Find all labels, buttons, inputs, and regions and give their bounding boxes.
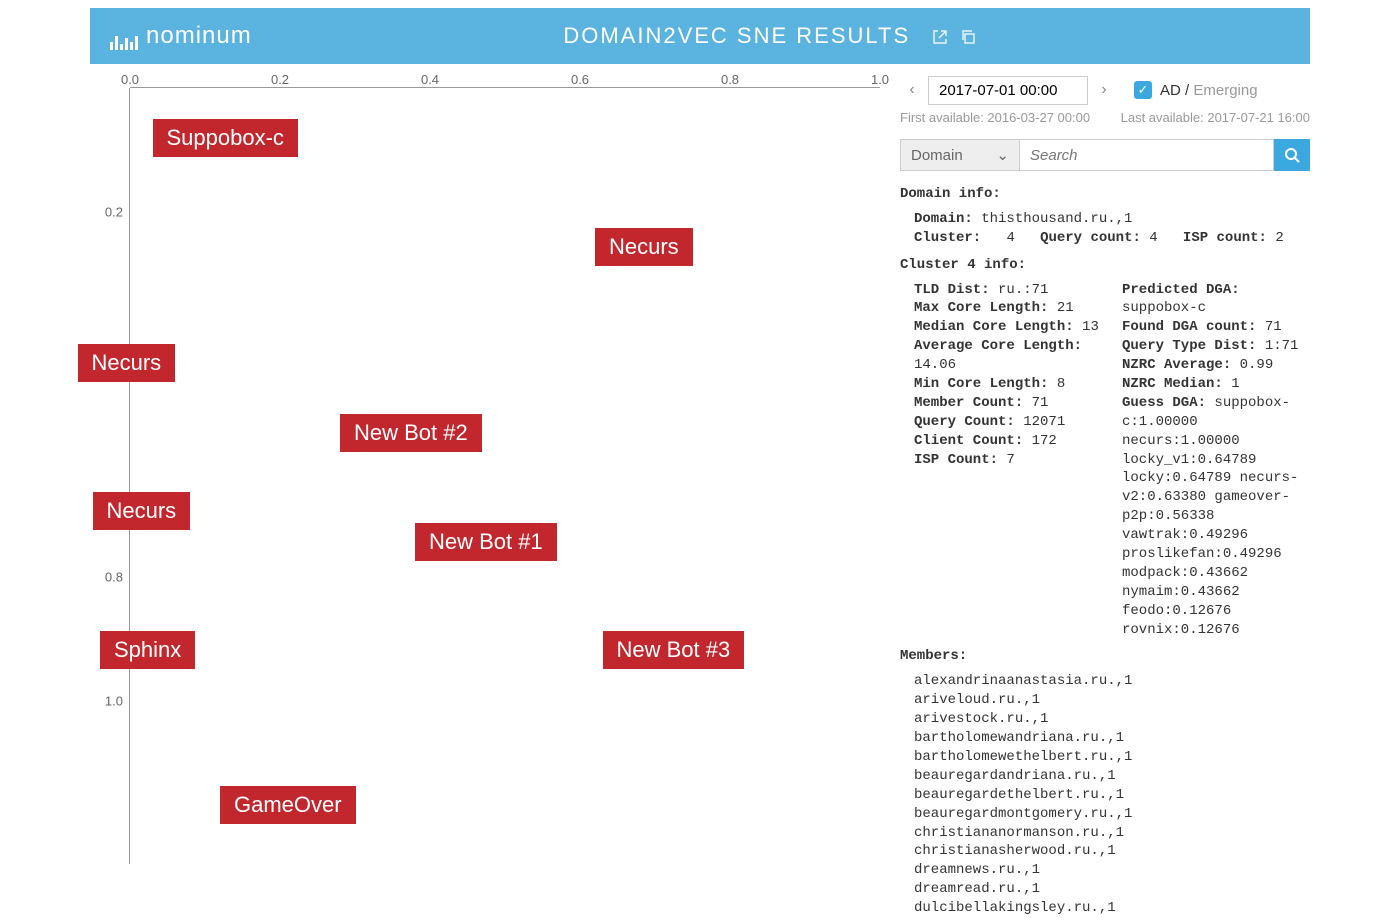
cluster-label: New Bot #2 — [340, 414, 482, 452]
member-item: beauregardethelbert.ru.,1 — [914, 786, 1310, 805]
info-row: TLD Dist: ru.:71 — [914, 281, 1102, 300]
member-item: dulcibellakingsley.ru.,1 — [914, 899, 1310, 918]
info-row: Client Count: 172 — [914, 432, 1102, 451]
y-tick: 0.2 — [105, 205, 123, 220]
info-row: Min Core Length: 8 — [914, 375, 1102, 394]
info-row: NZRC Median: 1 — [1122, 375, 1310, 394]
y-tick: 0.8 — [105, 569, 123, 584]
ad-emerging-label: AD / Emerging — [1160, 82, 1258, 99]
cluster-label: Necurs — [93, 492, 191, 530]
info-row: Guess DGA: suppobox-c:1.00000 necurs:1.0… — [1122, 394, 1310, 640]
info-row: Found DGA count: 71 — [1122, 318, 1310, 337]
copy-icon[interactable] — [960, 29, 976, 45]
search-button[interactable] — [1274, 139, 1310, 171]
info-row: ISP Count: 7 — [914, 451, 1102, 470]
ad-checkbox[interactable]: ✓ — [1134, 81, 1152, 99]
info-row: Query Count: 12071 — [914, 413, 1102, 432]
cluster-label: New Bot #1 — [415, 523, 557, 561]
side-panel: ‹ › ✓ AD / Emerging First available: 201… — [880, 74, 1310, 918]
cluster-label: Necurs — [595, 228, 693, 266]
date-nav: ‹ › ✓ AD / Emerging — [900, 74, 1310, 106]
first-available: First available: 2016-03-27 00:00 — [900, 110, 1090, 125]
member-item: ariveloud.ru.,1 — [914, 691, 1310, 710]
x-tick: 0.4 — [421, 72, 439, 87]
cluster-label: New Bot #3 — [603, 631, 745, 669]
info-row: Predicted DGA: suppobox-c — [1122, 281, 1310, 319]
x-tick: 0.0 — [121, 72, 139, 87]
info-row: Max Core Length: 21 — [914, 299, 1102, 318]
domain-info: Domain info: Domain: thisthousand.ru.,1 … — [900, 185, 1310, 248]
cluster-label: Suppobox-c — [153, 119, 298, 157]
open-external-icon[interactable] — [932, 29, 948, 45]
page-title: DOMAIN2VEC SNE RESULTS — [252, 23, 1290, 49]
search-row: Domain⌄ — [900, 139, 1310, 171]
sne-scatter-chart[interactable]: 0.0 0.2 0.4 0.6 0.8 1.0 0.2 0.8 1.0 Suppobox-c N… — [90, 74, 880, 864]
member-item: dreamread.ru.,1 — [914, 880, 1310, 899]
member-item: alexandrinaanastasia.ru.,1 — [914, 672, 1310, 691]
next-button[interactable]: › — [1092, 74, 1116, 106]
last-available: Last available: 2017-07-21 16:00 — [1121, 110, 1310, 125]
x-tick: 0.6 — [571, 72, 589, 87]
nominum-logo: nominum — [110, 22, 252, 50]
search-icon — [1284, 147, 1300, 163]
domain-select[interactable]: Domain⌄ — [900, 139, 1020, 171]
member-item: beauregardandriana.ru.,1 — [914, 767, 1310, 786]
chevron-down-icon: ⌄ — [996, 146, 1009, 164]
x-axis: 0.00.20.40.60.81.0 — [130, 74, 880, 88]
member-item: christiananormanson.ru.,1 — [914, 824, 1310, 843]
info-row: Member Count: 71 — [914, 394, 1102, 413]
logo-bars-icon — [110, 22, 140, 50]
member-item: bartholomewandriana.ru.,1 — [914, 729, 1310, 748]
cluster-label: Necurs — [78, 344, 176, 382]
x-tick: 1.0 — [871, 72, 889, 87]
plot-area[interactable] — [130, 88, 880, 864]
prev-button[interactable]: ‹ — [900, 74, 924, 106]
availability-row: First available: 2016-03-27 00:00 Last a… — [900, 110, 1310, 125]
member-item: arivestock.ru.,1 — [914, 710, 1310, 729]
x-tick: 0.8 — [721, 72, 739, 87]
member-item: dreamnews.ru.,1 — [914, 861, 1310, 880]
info-row: Median Core Length: 13 — [914, 318, 1102, 337]
cluster-info: Cluster 4 info: TLD Dist: ru.:71Max Core… — [900, 256, 1310, 640]
search-input[interactable] — [1020, 139, 1274, 171]
logo-text: nominum — [146, 22, 252, 49]
info-row: NZRC Average: 0.99 — [1122, 356, 1310, 375]
member-item: beauregardmontgomery.ru.,1 — [914, 805, 1310, 824]
info-row: Query Type Dist: 1:71 — [1122, 337, 1310, 356]
x-tick: 0.2 — [271, 72, 289, 87]
date-input[interactable] — [928, 76, 1088, 105]
app-header: nominum DOMAIN2VEC SNE RESULTS — [90, 8, 1310, 64]
cluster-label: GameOver — [220, 786, 356, 824]
y-tick: 1.0 — [105, 694, 123, 709]
member-item: christianasherwood.ru.,1 — [914, 842, 1310, 861]
cluster-label: Sphinx — [100, 631, 195, 669]
member-item: bartholomewethelbert.ru.,1 — [914, 748, 1310, 767]
y-axis: 0.2 0.8 1.0 — [90, 88, 130, 864]
members-section: Members: alexandrinaanastasia.ru.,1arive… — [900, 647, 1310, 917]
info-row: Average Core Length: 14.06 — [914, 337, 1102, 375]
